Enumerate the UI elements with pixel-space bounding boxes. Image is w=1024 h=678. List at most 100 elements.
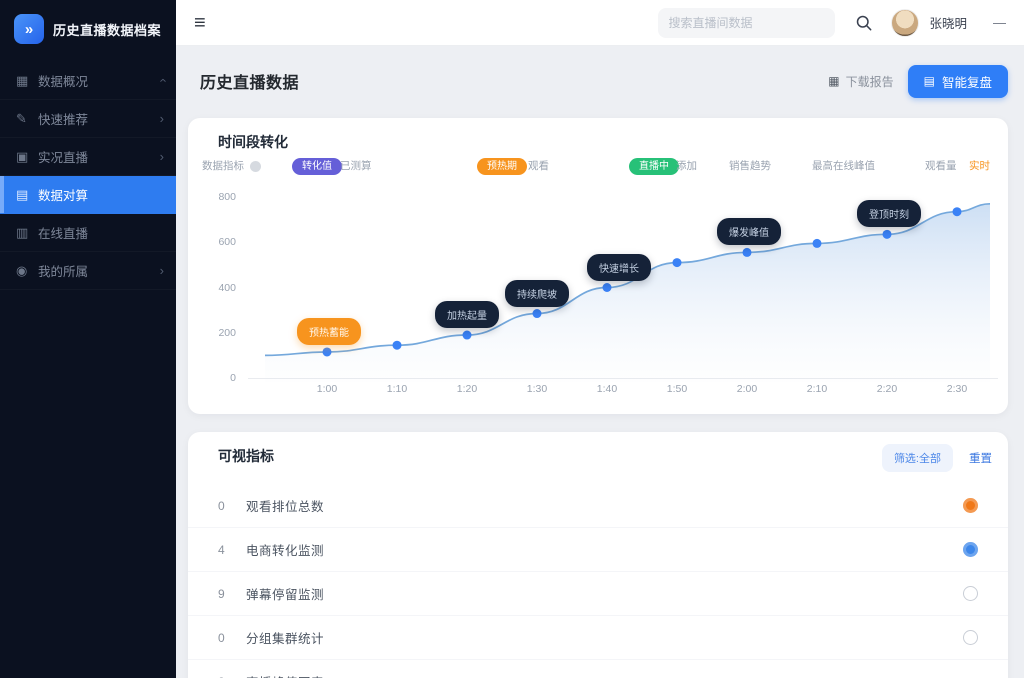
x-tick-label: 2:00: [721, 383, 773, 395]
sidebar-item-live[interactable]: ▣ 实况直播 ›: [0, 138, 176, 176]
sidebar: » 历史直播数据档案 ▦ 数据概况 › ✎ 快速推荐 › ▣ 实况直播 › ▤ …: [0, 0, 176, 678]
content: 历史直播数据 ▦ 下载报告 ▤ 智能复盘 时间段转化 数据指标: [176, 46, 1024, 678]
more-icon[interactable]: —: [993, 15, 1006, 30]
row-label: 电商转化监测: [246, 540, 963, 559]
y-tick-label: 0: [196, 372, 236, 384]
list-item[interactable]: 4 电商转化监测: [188, 528, 1008, 572]
app-logo: » 历史直播数据档案: [0, 0, 176, 60]
avatar[interactable]: [891, 9, 919, 37]
main-area: ≡ 张晓明 — 历史直播数据 ▦ 下载报告: [176, 0, 1024, 678]
row-number: 9: [218, 587, 246, 601]
status-badge-orange[interactable]: [963, 498, 978, 513]
list-item[interactable]: 9 弹幕停留监测: [188, 572, 1008, 616]
smart-review-label: 智能复盘: [942, 72, 992, 91]
sidebar-item-label: 在线直播: [38, 223, 160, 242]
sidebar-item-label: 实况直播: [38, 147, 160, 166]
data-point[interactable]: [603, 283, 612, 292]
sidebar-item-label: 数据概况: [38, 71, 160, 90]
chart-area: [265, 204, 990, 382]
row-number: 2: [218, 675, 246, 678]
chart-annotation: 快速增长: [587, 254, 651, 281]
page-title: 历史直播数据: [200, 69, 299, 93]
reset-link[interactable]: 重置: [969, 450, 992, 466]
data-point[interactable]: [883, 230, 892, 239]
chart-card-title: 时间段转化: [218, 132, 288, 152]
x-tick-label: 1:10: [371, 383, 423, 395]
y-tick-label: 800: [196, 191, 236, 203]
app-window: » 历史直播数据档案 ▦ 数据概况 › ✎ 快速推荐 › ▣ 实况直播 › ▤ …: [0, 0, 1024, 678]
filter-chip[interactable]: 筛选:全部: [882, 444, 953, 472]
chart-card: 时间段转化 数据指标 转化值 已测算 预热期 观看 直播中 添加 销售趋势 最高…: [188, 118, 1008, 414]
list-item[interactable]: 0 观看排位总数: [188, 484, 1008, 528]
legend-dot-icon[interactable]: [250, 161, 261, 172]
row-number: 0: [218, 499, 246, 513]
sidebar-item-overview[interactable]: ▦ 数据概况 ›: [0, 62, 176, 100]
legend-pill-conversion[interactable]: 转化值: [292, 158, 342, 175]
monitor-icon: ▤: [16, 187, 38, 203]
x-tick-label: 2:20: [861, 383, 913, 395]
search-icon[interactable]: [855, 14, 873, 32]
legend-pill-warmup[interactable]: 预热期: [477, 158, 527, 175]
legend-label-accent: 实时: [969, 158, 990, 175]
legend-label: 数据指标: [202, 158, 244, 175]
sidebar-item-mine[interactable]: ◉ 我的所属 ›: [0, 252, 176, 290]
menu-icon[interactable]: ≡: [194, 13, 206, 33]
legend-label: 已测算: [340, 158, 372, 175]
data-point[interactable]: [533, 309, 542, 318]
grid-icon: ▦: [16, 73, 38, 89]
download-report-button[interactable]: ▦ 下载报告: [828, 73, 893, 90]
x-tick-label: 1:20: [441, 383, 493, 395]
topbar: ≡ 张晓明 —: [176, 0, 1024, 46]
row-label: 观看排位总数: [246, 496, 963, 515]
legend-pill-live[interactable]: 直播中: [629, 158, 679, 175]
printer-icon: ▥: [16, 225, 38, 241]
chevron-right-icon: ›: [160, 111, 164, 126]
chevron-right-icon: ›: [160, 263, 164, 278]
username: 张晓明: [929, 13, 967, 32]
metrics-list: 0 观看排位总数 4 电商转化监测 9 弹幕停留监测: [188, 484, 1008, 678]
status-badge-blue[interactable]: [963, 542, 978, 557]
list-item[interactable]: 0 分组集群统计: [188, 616, 1008, 660]
row-number: 4: [218, 543, 246, 557]
chart-annotation: 爆发峰值: [717, 218, 781, 245]
y-tick-label: 600: [196, 236, 236, 248]
y-tick-label: 200: [196, 327, 236, 339]
legend-label: 观看量: [925, 158, 957, 175]
chart-annotation: 持续爬坡: [505, 280, 569, 307]
search-input[interactable]: [668, 16, 825, 30]
data-point[interactable]: [323, 347, 332, 356]
metrics-card-title: 可视指标: [218, 446, 274, 466]
x-tick-label: 2:30: [931, 383, 983, 395]
data-point[interactable]: [953, 207, 962, 216]
shield-icon: ▣: [16, 149, 38, 165]
list-item[interactable]: 2 直播峰值图表: [188, 660, 1008, 678]
page-head: 历史直播数据 ▦ 下载报告 ▤ 智能复盘: [200, 64, 1008, 98]
sidebar-item-label: 数据对算: [38, 185, 160, 204]
chevron-right-icon: ›: [160, 149, 164, 164]
sidebar-item-data-compare[interactable]: ▤ 数据对算 ›: [0, 176, 176, 214]
status-badge-empty[interactable]: [963, 586, 978, 601]
data-point[interactable]: [743, 248, 752, 257]
sidebar-item-recommend[interactable]: ✎ 快速推荐 ›: [0, 100, 176, 138]
x-tick-label: 1:40: [581, 383, 633, 395]
smart-review-button[interactable]: ▤ 智能复盘: [908, 65, 1008, 98]
sidebar-nav: ▦ 数据概况 › ✎ 快速推荐 › ▣ 实况直播 › ▤ 数据对算 › ▥ 在线: [0, 62, 176, 290]
sidebar-item-online[interactable]: ▥ 在线直播 ›: [0, 214, 176, 252]
row-label: 直播峰值图表: [246, 672, 963, 678]
data-point[interactable]: [813, 239, 822, 248]
row-label: 分组集群统计: [246, 628, 963, 647]
chevron-up-icon: ›: [154, 78, 169, 82]
data-point[interactable]: [393, 341, 402, 350]
sidebar-item-label: 我的所属: [38, 261, 160, 280]
app-logo-icon: »: [14, 14, 44, 44]
data-point[interactable]: [673, 258, 682, 267]
x-tick-label: 2:10: [791, 383, 843, 395]
legend-label: 最高在线峰值: [812, 158, 875, 175]
status-badge-empty[interactable]: [963, 630, 978, 645]
row-label: 弹幕停留监测: [246, 584, 963, 603]
legend-label: 观看: [528, 158, 549, 175]
data-point[interactable]: [463, 331, 472, 340]
globe-icon: ◉: [16, 263, 38, 279]
chart-annotation: 加热起量: [435, 301, 499, 328]
search-box: [658, 8, 835, 38]
